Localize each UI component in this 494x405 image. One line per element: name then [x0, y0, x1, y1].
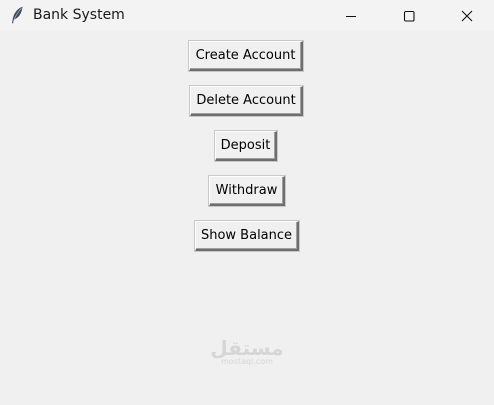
feather-icon: [10, 6, 24, 24]
main-content: Create Account Delete Account Deposit Wi…: [0, 31, 494, 405]
delete-account-button[interactable]: Delete Account: [190, 86, 303, 116]
window-title: Bank System: [33, 7, 125, 23]
withdraw-button[interactable]: Withdraw: [209, 176, 285, 206]
minimize-button[interactable]: [328, 0, 374, 31]
create-account-button[interactable]: Create Account: [189, 41, 303, 71]
close-button[interactable]: [444, 0, 490, 31]
close-icon: [461, 10, 473, 22]
show-balance-button[interactable]: Show Balance: [195, 221, 299, 251]
maximize-button[interactable]: [386, 0, 432, 31]
app-window: Bank System Create Account Delete Accoun…: [0, 0, 494, 405]
title-bar[interactable]: Bank System: [0, 0, 494, 31]
minimize-icon: [345, 10, 357, 22]
deposit-button[interactable]: Deposit: [215, 131, 277, 161]
maximize-icon: [403, 10, 415, 22]
